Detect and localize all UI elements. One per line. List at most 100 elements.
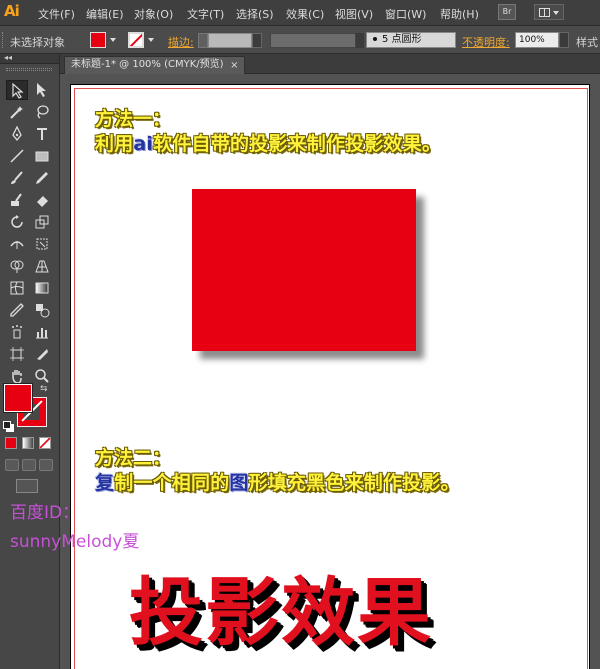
lasso-tool[interactable]	[31, 102, 53, 122]
magic-wand-tool[interactable]	[6, 102, 28, 122]
column-graph-icon	[36, 328, 48, 339]
menu-help[interactable]: 帮助(H)	[440, 6, 479, 22]
method1-desc-part3: 软件自带的投影来制作投影效果。	[153, 133, 442, 155]
artboard-icon	[10, 347, 24, 361]
scale-icon	[35, 215, 49, 229]
draw-inside-button[interactable]	[39, 459, 53, 471]
scale-tool[interactable]	[31, 212, 53, 232]
eraser-tool[interactable]	[31, 190, 53, 210]
stroke-dropdown-arrow[interactable]	[146, 34, 156, 46]
slice-tool[interactable]	[31, 344, 53, 364]
tools-panel: ◂◂ ⇆	[0, 53, 60, 669]
blob-brush-tool[interactable]	[6, 190, 28, 210]
pencil-tool[interactable]	[31, 168, 53, 188]
column-graph-tool[interactable]	[31, 322, 53, 342]
menu-file[interactable]: 文件(F)	[38, 6, 75, 22]
screen-mode-button[interactable]	[16, 479, 38, 493]
bridge-button[interactable]: Br	[498, 4, 516, 20]
stroke-label[interactable]: 描边:	[168, 34, 194, 50]
mesh-icon	[10, 281, 24, 295]
method1-description[interactable]: 利用ai软件自带的投影来制作投影效果。	[95, 129, 441, 156]
blend-tool[interactable]	[31, 300, 53, 320]
width-icon	[10, 241, 24, 249]
pen-tool[interactable]	[6, 124, 28, 144]
paintbrush-tool[interactable]	[6, 168, 28, 188]
artboard[interactable]: 方法一： 利用ai软件自带的投影来制作投影效果。 方法二： 复制一个相同的图形填…	[70, 84, 590, 669]
width-tool[interactable]	[6, 234, 28, 254]
rotate-tool[interactable]	[6, 212, 28, 232]
menu-view[interactable]: 视图(V)	[335, 6, 373, 22]
shape-builder-icon	[10, 260, 24, 273]
symbol-sprayer-tool[interactable]	[6, 322, 28, 342]
document-tab-bar: 未标题-1* @ 100% (CMYK/预览) ×	[60, 54, 600, 74]
perspective-grid-icon	[35, 260, 49, 273]
tools-grip[interactable]	[6, 68, 52, 71]
eraser-icon	[37, 196, 48, 207]
eyedropper-tool[interactable]	[6, 300, 28, 320]
fill-color-swatch[interactable]	[90, 32, 106, 48]
swap-colors-icon[interactable]: ⇆	[40, 384, 48, 394]
draw-behind-button[interactable]	[22, 459, 36, 471]
menu-bar: Ai 文件(F) 编辑(E) 对象(O) 文字(T) 选择(S) 效果(C) 视…	[0, 0, 600, 26]
arrow-icon	[12, 83, 24, 99]
menu-window[interactable]: 窗口(W)	[385, 6, 426, 22]
stroke-weight-stepper[interactable]	[198, 33, 208, 48]
direct-selection-tool[interactable]	[31, 80, 53, 100]
pencil-icon	[36, 172, 48, 184]
method1-title[interactable]: 方法一：	[95, 104, 171, 131]
fill-dropdown-arrow[interactable]	[108, 34, 118, 46]
stroke-color-swatch[interactable]	[128, 32, 144, 48]
color-mode-button[interactable]	[5, 437, 17, 449]
control-bar: 未选择对象 描边: 5 点圆形 不透明度: 100% 样式	[0, 26, 600, 54]
hand-tool[interactable]	[6, 366, 28, 386]
document-tab[interactable]: 未标题-1* @ 100% (CMYK/预览) ×	[64, 56, 245, 74]
shadow-effect-title[interactable]: 投影效果	[129, 553, 433, 660]
free-transform-tool[interactable]	[31, 234, 53, 254]
brush-definition-select[interactable]: 5 点圆形	[366, 32, 456, 48]
stroke-weight-input[interactable]	[208, 33, 252, 48]
method1-desc-part2: ai	[133, 133, 154, 155]
method2-desc-part1: 复	[95, 472, 115, 494]
panel-grip[interactable]	[2, 32, 5, 48]
brush-dot-icon	[373, 37, 377, 41]
method1-desc-part1: 利用	[95, 133, 134, 155]
none-mode-button[interactable]	[39, 437, 51, 449]
stroke-weight-dropdown[interactable]	[252, 33, 262, 48]
menu-edit[interactable]: 编辑(E)	[86, 6, 124, 22]
lasso-icon	[37, 105, 49, 119]
mesh-tool[interactable]	[6, 278, 28, 298]
fill-color-box[interactable]	[3, 383, 33, 413]
default-colors-icon[interactable]	[3, 421, 14, 432]
variable-width-profile[interactable]	[270, 33, 356, 48]
method2-desc-part4: 形填充黑色来制作投影。	[248, 472, 460, 494]
close-icon[interactable]: ×	[230, 58, 238, 74]
profile-dropdown[interactable]	[356, 33, 364, 48]
zoom-tool[interactable]	[31, 366, 53, 386]
menu-type[interactable]: 文字(T)	[187, 6, 224, 22]
draw-normal-button[interactable]	[5, 459, 19, 471]
method2-title[interactable]: 方法二：	[95, 443, 171, 470]
hand-icon	[12, 370, 22, 384]
menu-select[interactable]: 选择(S)	[236, 6, 274, 22]
selection-tool[interactable]	[6, 80, 28, 100]
artboard-tool[interactable]	[6, 344, 28, 364]
opacity-label[interactable]: 不透明度:	[462, 34, 510, 50]
perspective-grid-tool[interactable]	[31, 256, 53, 276]
tools-panel-header[interactable]: ◂◂	[0, 53, 59, 64]
shape-builder-tool[interactable]	[6, 256, 28, 276]
menu-effect[interactable]: 效果(C)	[286, 6, 324, 22]
opacity-dropdown[interactable]	[559, 32, 569, 48]
workspace-switcher[interactable]	[534, 4, 564, 20]
collapse-icon[interactable]: ◂◂	[4, 53, 12, 62]
selection-status: 未选择对象	[10, 36, 65, 49]
method2-description[interactable]: 复制一个相同的图形填充黑色来制作投影。	[95, 468, 460, 495]
menu-object[interactable]: 对象(O)	[134, 6, 173, 22]
gradient-tool[interactable]	[31, 278, 53, 298]
opacity-input[interactable]: 100%	[515, 32, 559, 48]
line-tool[interactable]	[6, 146, 28, 166]
red-square-with-drop-shadow[interactable]	[192, 189, 416, 351]
rectangle-tool[interactable]	[31, 146, 53, 166]
gradient-mode-button[interactable]	[22, 437, 34, 449]
canvas-area[interactable]: 方法一： 利用ai软件自带的投影来制作投影效果。 方法二： 复制一个相同的图形填…	[60, 74, 600, 669]
type-tool[interactable]	[31, 124, 53, 144]
